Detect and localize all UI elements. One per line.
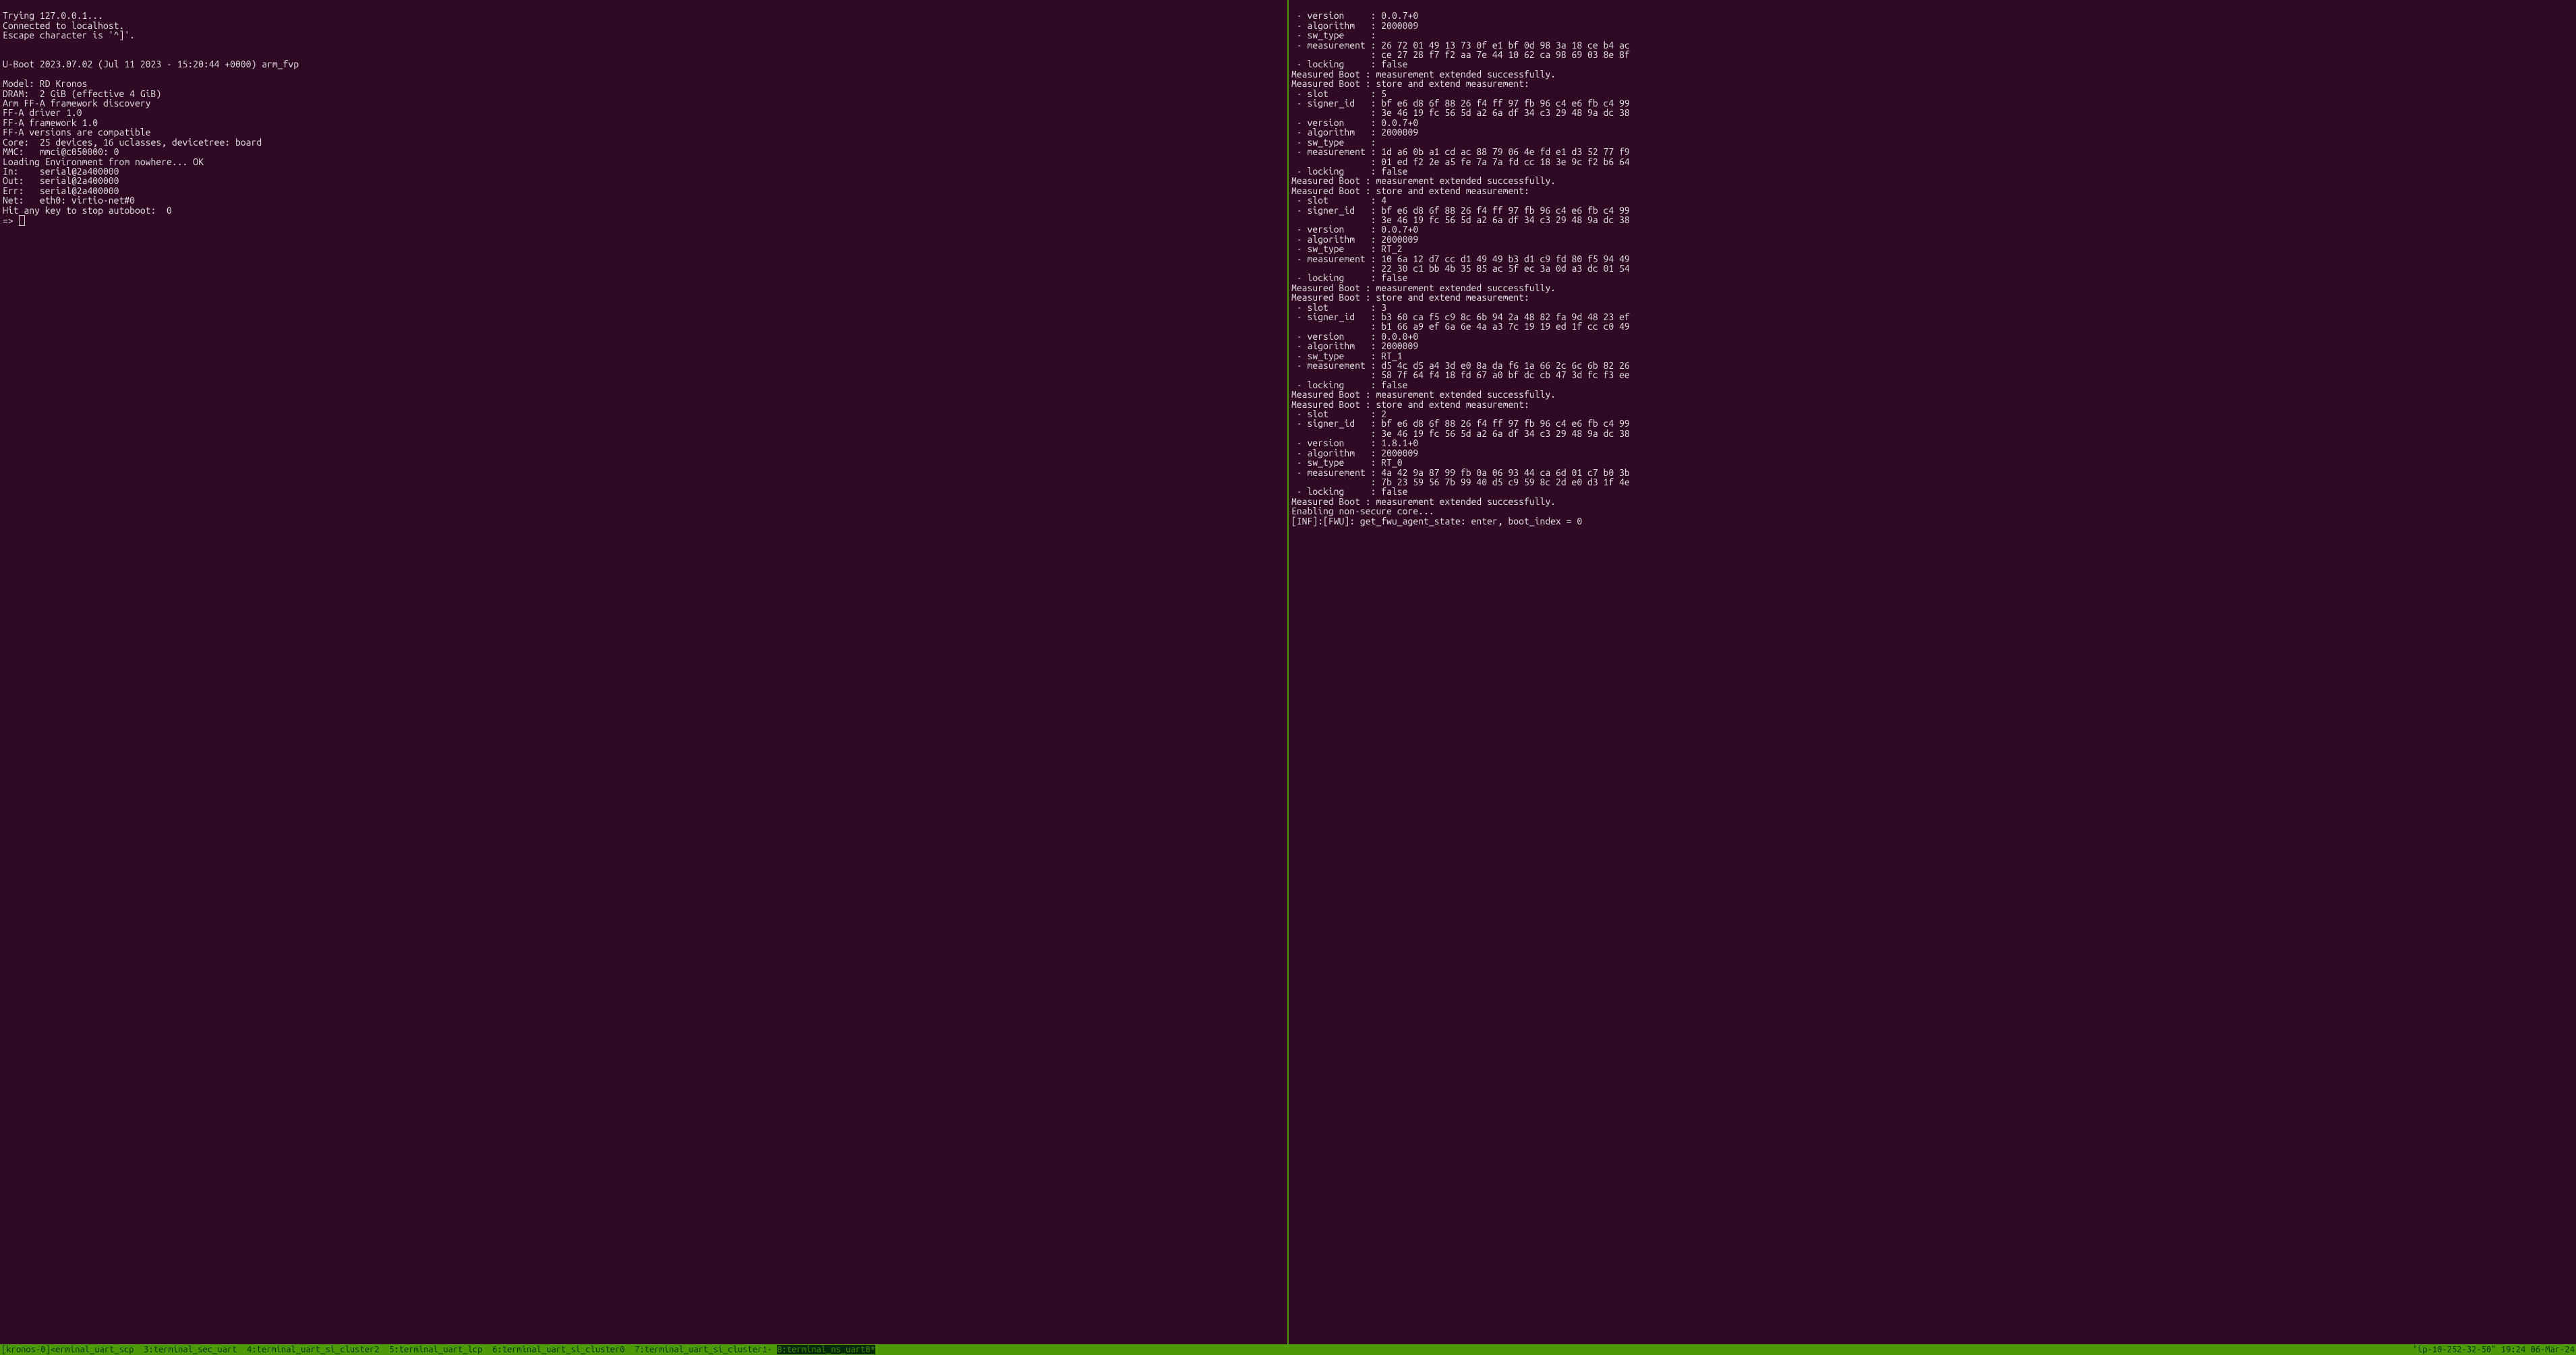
right-terminal-pane[interactable]: - version : 0.0.7+0 - algorithm : 200000… <box>1289 0 2576 1344</box>
hostname: "ip-10-252-32-50" <box>2413 1345 2496 1354</box>
pane-container: Trying 127.0.0.1... Connected to localho… <box>0 0 2576 1344</box>
statusbar-left: [kronos-0]<erminal_uart_scp 3:terminal_s… <box>1 1344 875 1355</box>
left-terminal-output: Trying 127.0.0.1... Connected to localho… <box>3 11 1285 215</box>
prompt-text: => <box>3 215 19 226</box>
left-terminal-pane[interactable]: Trying 127.0.0.1... Connected to localho… <box>0 0 1289 1344</box>
active-window[interactable]: 8:terminal_ns_uart0* <box>777 1345 875 1354</box>
tmux-screen: Trying 127.0.0.1... Connected to localho… <box>0 0 2576 1355</box>
statusbar-right: "ip-10-252-32-50" 19:24 06-Mar-24 <box>2413 1344 2575 1355</box>
clock: 19:24 06-Mar-24 <box>2501 1345 2575 1354</box>
session-name[interactable]: [kronos-0] <box>1 1345 51 1354</box>
window-list-prefix[interactable]: <erminal_uart_scp 3:terminal_sec_uart 4:… <box>51 1345 777 1354</box>
cursor <box>19 215 26 226</box>
tmux-statusbar[interactable]: [kronos-0]<erminal_uart_scp 3:terminal_s… <box>0 1344 2576 1355</box>
right-terminal-output: - version : 0.0.7+0 - algorithm : 200000… <box>1291 11 2573 526</box>
uboot-prompt[interactable]: => <box>3 215 25 226</box>
